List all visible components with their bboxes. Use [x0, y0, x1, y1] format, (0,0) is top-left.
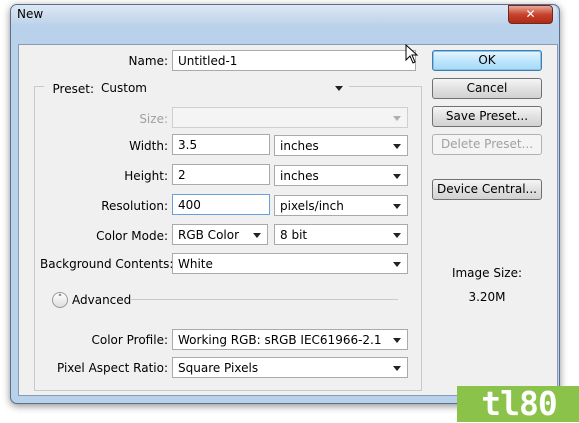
color-mode-value: RGB Color [178, 228, 240, 242]
preset-value: Custom [101, 81, 147, 95]
chevron-down-icon [393, 366, 401, 371]
width-label: Width: [129, 139, 168, 153]
width-input[interactable]: 3.5 [172, 134, 270, 155]
advanced-divider [130, 299, 398, 300]
pixel-aspect-ratio-dropdown[interactable]: Square Pixels [172, 357, 408, 378]
chevron-down-icon [393, 174, 401, 179]
chevron-down-icon [253, 233, 261, 238]
name-label: Name: [128, 54, 168, 68]
color-mode-dropdown[interactable]: RGB Color [172, 224, 268, 245]
close-button[interactable]: ✕ [508, 5, 553, 24]
chevron-down-icon [393, 144, 401, 149]
bit-depth-value: 8 bit [280, 228, 308, 242]
resolution-input[interactable]: 400 [172, 194, 270, 215]
name-input[interactable]: Untitled-1 [172, 50, 416, 71]
watermark-text: tl80 [481, 384, 557, 423]
height-unit-dropdown[interactable]: inches [274, 165, 408, 186]
image-size-value: 3.20M [468, 290, 506, 304]
size-label: Size: [139, 112, 168, 126]
advanced-label: Advanced [72, 293, 132, 307]
close-icon: ✕ [525, 7, 536, 21]
height-label: Height: [124, 169, 168, 183]
color-profile-value: Working RGB: sRGB IEC61966-2.1 [178, 333, 382, 347]
device-central-button[interactable]: Device Central... [432, 179, 542, 200]
background-contents-label: Background Contents: [40, 257, 174, 271]
background-contents-value: White [178, 257, 213, 271]
pixel-aspect-ratio-value: Square Pixels [178, 361, 259, 375]
preset-dropdown[interactable]: Custom [96, 78, 349, 99]
chevron-down-icon [393, 338, 401, 343]
cancel-button[interactable]: Cancel [432, 78, 542, 99]
collapse-icon: ˄ [57, 294, 63, 304]
chevron-down-icon [393, 233, 401, 238]
background-contents-dropdown[interactable]: White [172, 253, 408, 274]
height-unit-value: inches [280, 169, 319, 183]
preset-label: Preset: [44, 82, 96, 96]
pixel-aspect-ratio-label: Pixel Aspect Ratio: [57, 361, 168, 375]
window-title: New [17, 7, 44, 21]
advanced-toggle-button[interactable]: ˄ [52, 292, 68, 308]
title-bar[interactable] [11, 5, 557, 25]
resolution-unit-dropdown[interactable]: pixels/inch [274, 195, 408, 216]
chevron-down-icon [393, 116, 401, 121]
size-dropdown [172, 107, 408, 128]
bit-depth-dropdown[interactable]: 8 bit [274, 224, 408, 245]
delete-preset-button: Delete Preset... [432, 134, 542, 155]
color-profile-label: Color Profile: [91, 333, 169, 347]
mouse-cursor-icon [405, 44, 419, 64]
width-unit-dropdown[interactable]: inches [274, 135, 408, 156]
image-size-label: Image Size: [451, 266, 523, 280]
color-profile-dropdown[interactable]: Working RGB: sRGB IEC61966-2.1 [172, 329, 408, 350]
resolution-label: Resolution: [101, 199, 168, 213]
ok-button[interactable]: OK [432, 50, 542, 71]
height-input[interactable]: 2 [172, 164, 270, 185]
chevron-down-icon [335, 86, 343, 91]
width-unit-value: inches [280, 139, 319, 153]
color-mode-label: Color Mode: [96, 229, 168, 243]
resolution-unit-value: pixels/inch [280, 199, 344, 213]
save-preset-button[interactable]: Save Preset... [432, 106, 542, 127]
chevron-down-icon [393, 204, 401, 209]
chevron-down-icon [393, 262, 401, 267]
